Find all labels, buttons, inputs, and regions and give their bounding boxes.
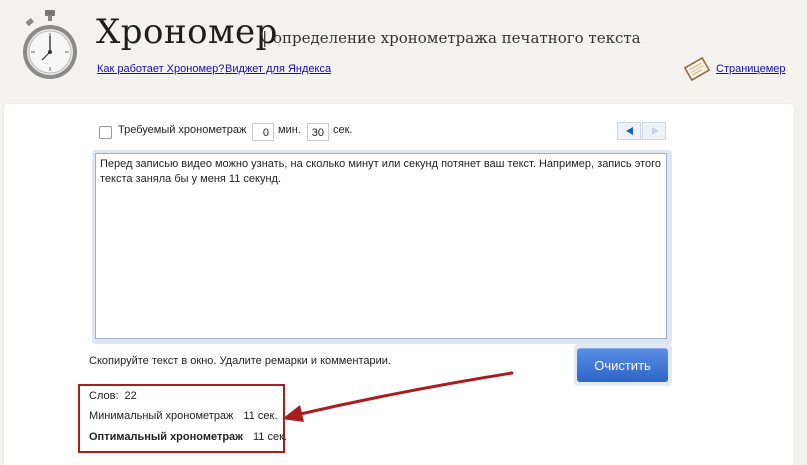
page-meter-link[interactable]: Страницемер	[716, 63, 786, 75]
seconds-input[interactable]: 30	[307, 123, 329, 141]
min-duration: Минимальный хронометраж 11 сек.	[89, 410, 277, 422]
annotation-arrow-icon	[282, 371, 514, 422]
arrow-left-icon	[626, 127, 633, 135]
optimal-duration-value: 11 сек.	[252, 431, 287, 443]
word-count: Слов: 22	[89, 390, 137, 402]
optimal-duration: Оптимальный хронометраж 11 сек.	[89, 431, 287, 443]
text-editor[interactable]: Перед записью видео можно узнать, на ско…	[95, 153, 667, 339]
word-count-value: 22	[124, 390, 137, 402]
prev-button[interactable]	[617, 122, 641, 140]
arrow-right-icon	[652, 127, 659, 135]
site-header: Хрономер | определение хронометража печа…	[0, 0, 807, 100]
minutes-unit-label: мин.	[278, 124, 301, 136]
clear-button-frame: Очистить	[574, 344, 672, 386]
seconds-unit-label: сек.	[333, 124, 353, 136]
next-button[interactable]	[642, 122, 666, 140]
min-duration-label: Минимальный хронометраж	[89, 410, 234, 422]
results-box: Слов: 22 Минимальный хронометраж 11 сек. О…	[78, 384, 287, 453]
notepad-icon[interactable]	[683, 56, 711, 82]
required-duration-checkbox[interactable]	[99, 126, 112, 139]
required-duration-label: Требуемый хронометраж	[118, 124, 247, 136]
stopwatch-icon[interactable]	[20, 8, 80, 84]
min-duration-value: 11 сек.	[243, 410, 278, 422]
optimal-duration-label: Оптимальный хронометраж	[89, 431, 243, 443]
brand-separator: |	[262, 28, 268, 47]
brand-subtitle: определение хронометража печатного текст…	[273, 29, 641, 47]
instructions-hint: Скопируйте текст в окно. Удалите ремарки…	[89, 355, 391, 367]
yandex-widget-link[interactable]: Виджет для Яндекса	[225, 63, 331, 75]
text-editor-frame: Перед записью видео можно узнать, на ско…	[92, 150, 672, 344]
clear-button[interactable]: Очистить	[577, 348, 668, 382]
word-count-label: Слов:	[89, 390, 119, 402]
how-it-works-link[interactable]: Как работает Хрономер?	[97, 63, 224, 75]
brand-title: Хрономер	[96, 12, 278, 52]
minutes-input[interactable]: 0	[252, 123, 274, 141]
